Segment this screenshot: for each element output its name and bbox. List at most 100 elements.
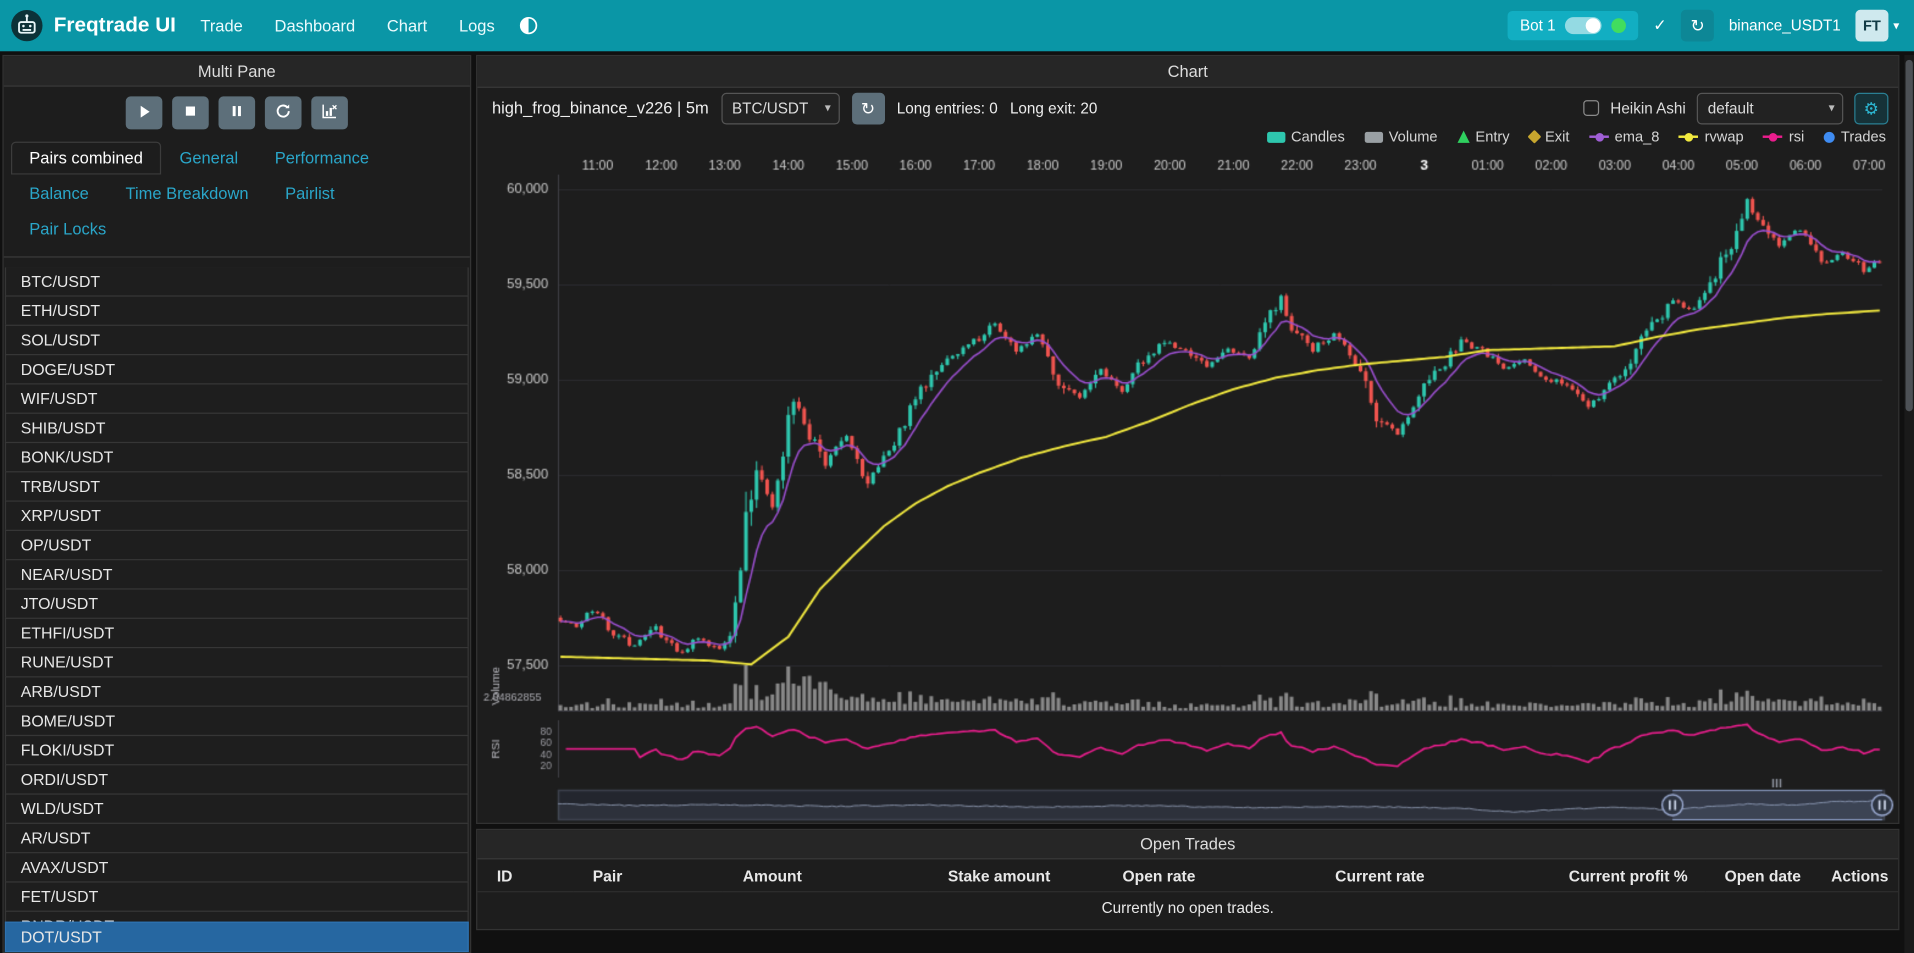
long-entries-label: Long entries: 0 [897, 99, 998, 116]
content: Multi Pane Pairs combinedGeneralPerforma… [0, 51, 1914, 953]
pair-list-item[interactable]: TRB/USDT [5, 472, 469, 503]
main-nav: Trade Dashboard Chart Logs [200, 16, 494, 34]
reload-bot-button[interactable] [265, 97, 302, 130]
chart-refresh-button[interactable]: ↻ [852, 92, 885, 124]
pair-list-item[interactable]: ETH/USDT [5, 296, 469, 327]
scrollbar-thumb[interactable] [1906, 60, 1913, 412]
play-icon [136, 104, 152, 124]
legend-label: Entry [1475, 128, 1509, 145]
legend-item[interactable]: rvwap [1679, 128, 1744, 145]
empty-trades-message: Currently no open trades. [477, 892, 1898, 929]
app-title: Freqtrade UI [54, 13, 176, 37]
pair-list-item[interactable]: ORDI/USDT [5, 765, 469, 796]
caret-down-icon: ▾ [1893, 19, 1899, 32]
column-header[interactable]: Open date [1705, 859, 1812, 891]
plot-config-select[interactable]: default [1697, 92, 1843, 124]
column-header[interactable]: Stake amount [928, 859, 1103, 891]
open-trades-table: IDPairAmountStake amountOpen rateCurrent… [477, 859, 1898, 929]
chart-remove-icon [321, 103, 338, 124]
check-icon: ✓ [1653, 16, 1666, 36]
tab[interactable]: Pair Locks [11, 213, 125, 246]
pair-list-item[interactable]: OP/USDT [5, 530, 469, 561]
price-chart-canvas[interactable] [481, 149, 1895, 823]
legend-marker [1763, 135, 1783, 137]
pair-select[interactable]: BTC/USDT [721, 92, 839, 124]
legend-label: Exit [1545, 128, 1569, 145]
play-button[interactable] [126, 97, 163, 130]
multi-pane-panel: Multi Pane Pairs combinedGeneralPerforma… [2, 55, 471, 953]
pair-list-item[interactable]: SHIB/USDT [5, 413, 469, 444]
gear-icon: ⚙ [1864, 98, 1879, 118]
reload-button[interactable]: ↻ [1681, 10, 1714, 42]
legend-item[interactable]: Trades [1824, 128, 1886, 145]
pair-list-item[interactable]: FLOKI/USDT [5, 735, 469, 766]
nav-link[interactable]: Chart [387, 16, 427, 34]
open-trades-columns: IDPairAmountStake amountOpen rateCurrent… [477, 859, 1898, 891]
remove-chart-button[interactable] [311, 97, 348, 130]
pair-list-item[interactable]: AR/USDT [5, 823, 469, 854]
column-header[interactable]: Actions [1812, 859, 1899, 891]
pair-list-item[interactable]: BONK/USDT [5, 442, 469, 473]
stop-button[interactable] [172, 97, 209, 130]
pair-list-item[interactable]: JTO/USDT [5, 589, 469, 620]
legend-marker [1364, 131, 1382, 142]
pair-list-item[interactable]: BOME/USDT [5, 706, 469, 737]
theme-toggle-icon[interactable] [519, 16, 539, 36]
user-menu[interactable]: FT ▾ [1855, 10, 1899, 42]
exchange-account-label: binance_USDT1 [1729, 17, 1841, 34]
nav-link[interactable]: Logs [459, 16, 495, 34]
column-header[interactable]: Current profit % [1549, 859, 1705, 891]
page-scrollbar[interactable] [1904, 55, 1914, 953]
column-header[interactable]: Pair [573, 859, 723, 891]
multi-pane-header[interactable]: Multi Pane [4, 56, 470, 87]
legend-item[interactable]: Volume [1364, 128, 1437, 145]
column-header[interactable]: Amount [723, 859, 928, 891]
pair-list-item[interactable]: DOGE/USDT [5, 354, 469, 385]
avatar: FT [1855, 10, 1888, 42]
tab[interactable]: Pairs combined [11, 142, 161, 175]
column-header[interactable]: ID [477, 859, 573, 891]
chart-toolbar: high_frog_binance_v226 | 5m BTC/USDT ↻ L… [477, 88, 1898, 125]
chart-panel: Chart high_frog_binance_v226 | 5m BTC/US… [476, 55, 1899, 824]
heikin-ashi-checkbox[interactable] [1583, 100, 1599, 116]
pause-button[interactable] [219, 97, 256, 130]
pair-list-item[interactable]: ARB/USDT [5, 677, 469, 708]
column-header[interactable]: Open rate [1103, 859, 1316, 891]
pair-list-item[interactable]: WLD/USDT [5, 794, 469, 825]
empty-trades-row: Currently no open trades. [477, 892, 1898, 929]
tab[interactable]: General [161, 142, 256, 175]
pair-list-item[interactable]: RUNE/USDT [5, 647, 469, 678]
nav-link[interactable]: Dashboard [275, 16, 356, 34]
legend-item[interactable]: Exit [1529, 128, 1569, 145]
column-header[interactable]: Current rate [1316, 859, 1550, 891]
plot-settings-button[interactable]: ⚙ [1854, 92, 1888, 124]
bot-toggle[interactable] [1565, 17, 1602, 34]
legend-marker [1824, 131, 1835, 142]
chart-panel-header[interactable]: Chart [477, 56, 1898, 88]
pair-list-item[interactable]: SOL/USDT [5, 325, 469, 356]
pair-list-item[interactable]: AVAX/USDT [5, 852, 469, 883]
legend-item[interactable]: ema_8 [1589, 128, 1659, 145]
nav-link[interactable]: Trade [200, 16, 242, 34]
sidebar-tabs: Pairs combinedGeneralPerformance BalanceT… [4, 136, 470, 258]
pair-select-wrap: BTC/USDT [721, 92, 839, 124]
pair-list-item[interactable]: BTC/USDT [5, 268, 469, 297]
pair-list-item[interactable]: XRP/USDT [5, 501, 469, 532]
pair-list-item[interactable]: WIF/USDT [5, 384, 469, 415]
legend-item[interactable]: Entry [1457, 128, 1510, 145]
legend-marker [1679, 135, 1699, 137]
tab[interactable]: Balance [11, 177, 107, 210]
tab[interactable]: Time Breakdown [107, 177, 267, 210]
legend-marker [1589, 135, 1609, 137]
freqtrade-logo-icon[interactable] [10, 9, 44, 43]
pair-list-item[interactable]: NEAR/USDT [5, 559, 469, 590]
tab[interactable]: Performance [256, 142, 387, 175]
legend-item[interactable]: Candles [1267, 128, 1345, 145]
legend-item[interactable]: rsi [1763, 128, 1804, 145]
pair-list-item-selected[interactable]: DOT/USDT [5, 922, 469, 953]
tab[interactable]: Pairlist [267, 177, 353, 210]
pair-list-item[interactable]: ETHFI/USDT [5, 618, 469, 649]
open-trades-header[interactable]: Open Trades [477, 830, 1898, 859]
pair-list-item[interactable]: FET/USDT [5, 882, 469, 913]
bot-selector[interactable]: Bot 1 [1508, 11, 1639, 40]
